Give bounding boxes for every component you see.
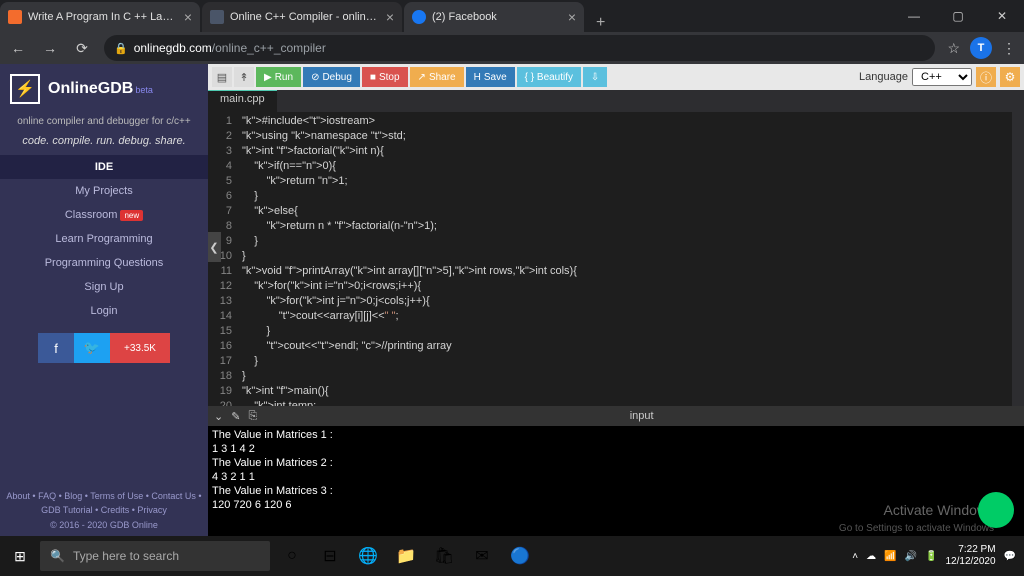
start-button[interactable]: ⊞ <box>0 536 40 576</box>
brand-logo[interactable]: ⚡ OnlineGDBbeta <box>0 64 208 114</box>
task-chrome-icon[interactable]: 🔵 <box>502 536 538 576</box>
forward-button[interactable]: → <box>40 40 60 56</box>
beautify-button[interactable]: { } Beautify <box>517 67 581 87</box>
close-icon[interactable]: × <box>568 9 576 25</box>
brand-subtitle: online compiler and debugger for c/c++ <box>0 114 208 133</box>
save-button[interactable]: H Save <box>466 67 515 87</box>
taskbar-clock[interactable]: 7:22 PM12/12/2020 <box>945 544 995 568</box>
console-input-label: input <box>630 410 654 422</box>
back-button[interactable]: ← <box>8 40 28 56</box>
tab-favicon <box>210 10 224 24</box>
console-output[interactable]: The Value in Matrices 1 :1 3 1 4 2The Va… <box>208 426 1024 536</box>
maximize-button[interactable]: ▢ <box>936 0 980 32</box>
browser-tab[interactable]: (2) Facebook × <box>404 2 584 32</box>
language-select[interactable]: C++ <box>912 68 972 86</box>
code-editor[interactable]: ❮ 12345678910111213141516171819202122232… <box>208 112 1024 406</box>
file-tab[interactable]: main.cpp <box>208 90 277 112</box>
tray-battery-icon[interactable]: 🔋 <box>925 551 937 562</box>
close-icon[interactable]: × <box>386 9 394 25</box>
info-button[interactable]: ⓘ <box>976 67 996 87</box>
sidebar-item-login[interactable]: Login <box>0 299 208 323</box>
task-cortana-icon[interactable]: ○ <box>274 536 310 576</box>
sidebar-item-signup[interactable]: Sign Up <box>0 275 208 299</box>
task-edge-icon[interactable]: 🌐 <box>350 536 386 576</box>
new-tab-button[interactable]: + <box>586 14 615 32</box>
reload-button[interactable]: ⟳ <box>72 40 92 57</box>
url-path: /online_c++_compiler <box>212 41 326 55</box>
lock-icon: 🔒 <box>114 42 128 55</box>
profile-avatar[interactable]: T <box>970 37 992 59</box>
tab-title: (2) Facebook <box>432 11 562 23</box>
tray-notifications-icon[interactable]: 💬 <box>1004 551 1016 562</box>
tab-title: Write A Program In C ++ Langu <box>28 11 178 23</box>
close-icon[interactable]: × <box>184 9 192 25</box>
browser-tab[interactable]: Write A Program In C ++ Langu × <box>0 2 200 32</box>
console-copy-icon[interactable]: ⎘ <box>248 410 257 423</box>
sidebar-item-ide[interactable]: IDE <box>0 155 208 179</box>
sidebar-item-classroom[interactable]: Classroomnew <box>0 203 208 227</box>
console-down-icon[interactable]: ⌄ <box>214 410 223 423</box>
close-button[interactable]: ✕ <box>980 0 1024 32</box>
addthis-share-button[interactable]: + 33.5K <box>110 333 170 363</box>
address-bar[interactable]: 🔒 onlinegdb.com/online_c++_compiler <box>104 35 935 61</box>
bolt-icon: ⚡ <box>10 74 40 104</box>
download-button[interactable]: ⇩ <box>583 67 607 87</box>
task-store-icon[interactable]: 🛍 <box>426 536 462 576</box>
code-content[interactable]: "k">#include<"t">iostream> "k">using "k"… <box>238 112 1012 406</box>
task-view-icon[interactable]: ⊟ <box>312 536 348 576</box>
twitter-share-button[interactable]: 🐦 <box>74 333 110 363</box>
sidebar-item-learn[interactable]: Learn Programming <box>0 227 208 251</box>
language-label: Language <box>859 71 908 83</box>
new-badge: new <box>120 210 143 221</box>
debug-button[interactable]: ⊘ Debug <box>303 67 360 87</box>
run-button[interactable]: ▶ Run <box>256 67 301 87</box>
taskbar-search[interactable]: 🔍Type here to search <box>40 541 270 571</box>
console-edit-icon[interactable]: ✎ <box>231 410 240 423</box>
tray-up-icon[interactable]: ˄ <box>852 551 858 562</box>
settings-button[interactable]: ⚙ <box>1000 67 1020 87</box>
sidebar-item-questions[interactable]: Programming Questions <box>0 251 208 275</box>
chat-button[interactable] <box>978 492 1014 528</box>
stop-button[interactable]: ■ Stop <box>362 67 408 87</box>
tray-network-icon[interactable]: 📶 <box>884 551 896 562</box>
scrollbar[interactable] <box>1012 112 1024 406</box>
upload-icon[interactable]: ↟ <box>234 67 254 87</box>
search-icon: 🔍 <box>50 549 65 563</box>
new-file-icon[interactable]: ▤ <box>212 67 232 87</box>
sidebar-item-projects[interactable]: My Projects <box>0 179 208 203</box>
collapse-sidebar-button[interactable]: ❮ <box>208 232 221 262</box>
brand-motto: code. compile. run. debug. share. <box>0 133 208 155</box>
minimize-button[interactable]: — <box>892 0 936 32</box>
tab-favicon <box>8 10 22 24</box>
copyright: © 2016 - 2020 GDB Online <box>4 518 204 532</box>
bookmark-icon[interactable]: ☆ <box>947 40 960 57</box>
tab-favicon <box>412 10 426 24</box>
tab-title: Online C++ Compiler - online ed <box>230 11 380 23</box>
browser-tab[interactable]: Online C++ Compiler - online ed × <box>202 2 402 32</box>
tray-volume-icon[interactable]: 🔊 <box>905 551 917 562</box>
task-mail-icon[interactable]: ✉ <box>464 536 500 576</box>
url-host: onlinegdb.com <box>134 41 212 55</box>
tray-onedrive-icon[interactable]: ☁ <box>866 551 876 562</box>
task-explorer-icon[interactable]: 📁 <box>388 536 424 576</box>
menu-icon[interactable]: ⋮ <box>1002 40 1016 57</box>
facebook-share-button[interactable]: f <box>38 333 74 363</box>
share-button[interactable]: ↗ Share <box>410 67 464 87</box>
brand-name: OnlineGDB <box>48 80 133 97</box>
windows-watermark-sub: Go to Settings to activate Windows <box>839 523 994 534</box>
beta-badge: beta <box>135 85 153 95</box>
footer-links[interactable]: About • FAQ • Blog • Terms of Use • Cont… <box>4 489 204 518</box>
